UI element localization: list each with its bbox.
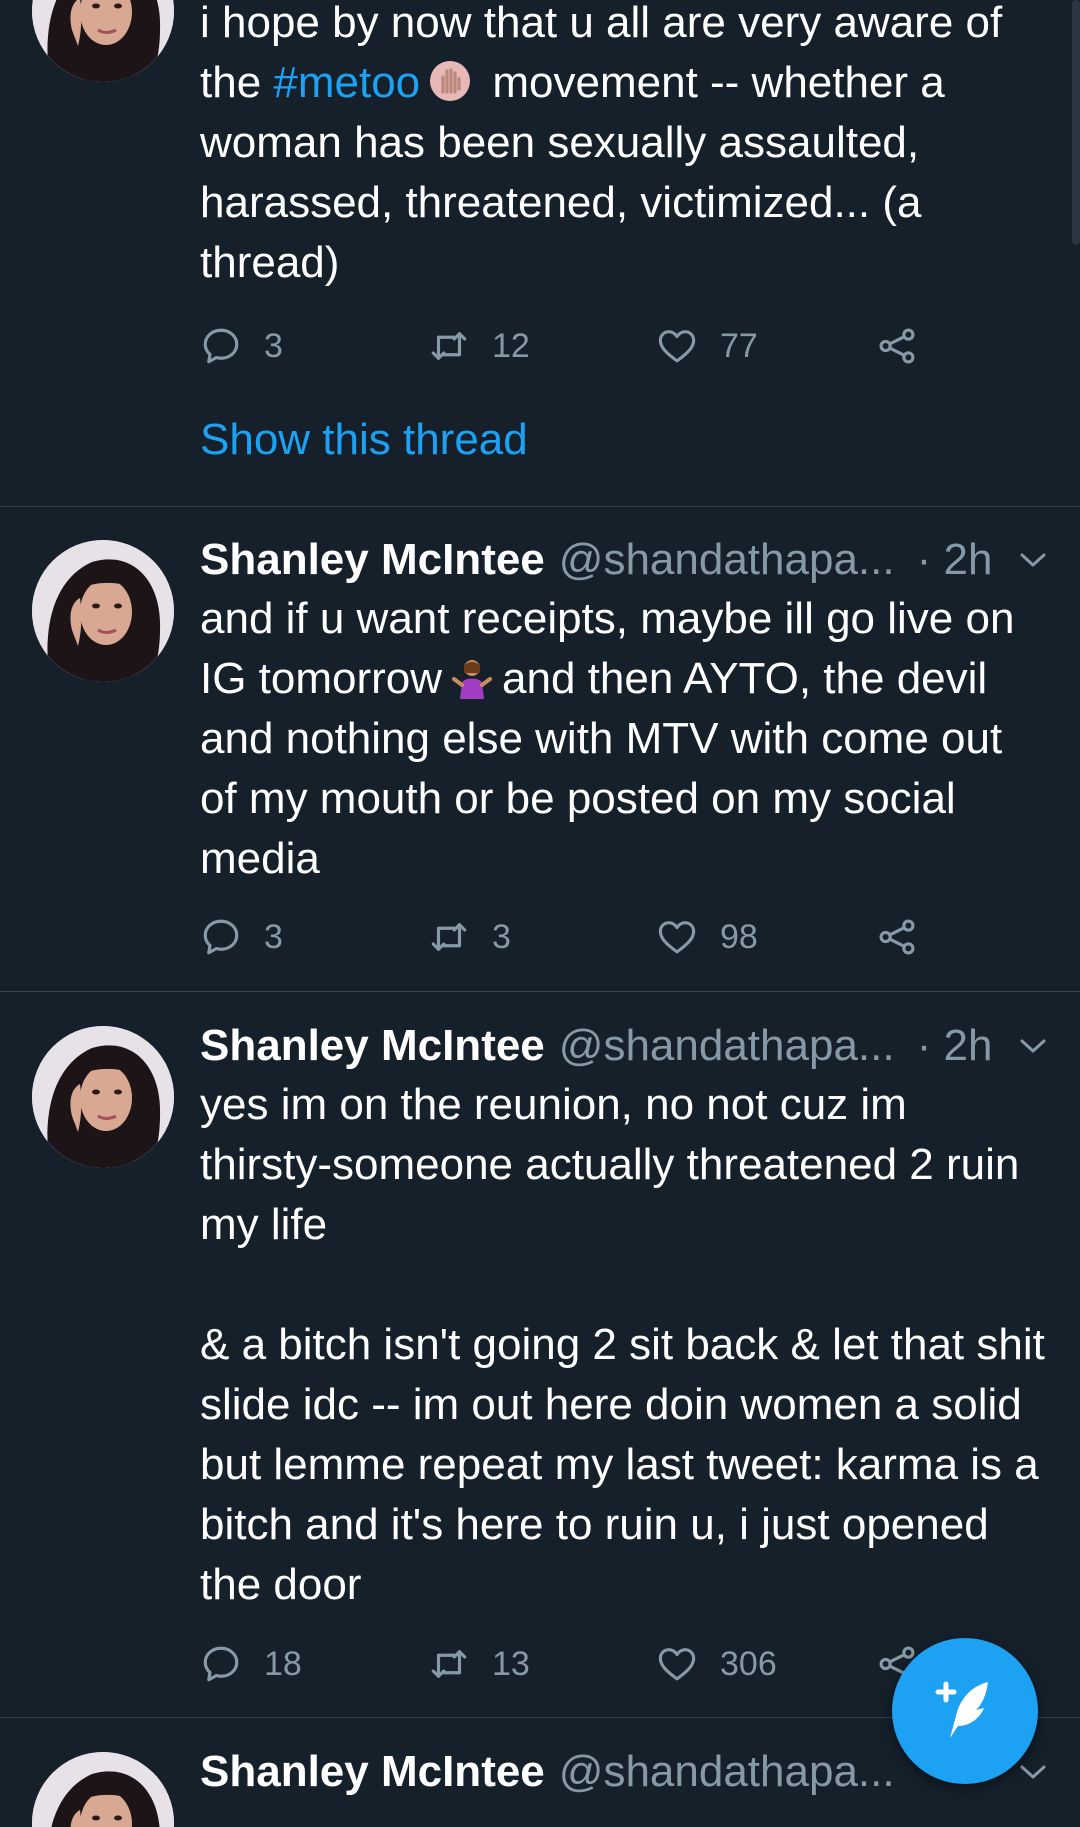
tweet-time[interactable]: · 2h — [917, 535, 993, 585]
tweet-time[interactable]: · 2h — [917, 1021, 993, 1071]
reply-icon — [200, 1643, 242, 1685]
like-count: 98 — [720, 917, 758, 956]
like-count: 77 — [720, 326, 758, 365]
user-handle[interactable]: @shandathapa... — [559, 1021, 895, 1071]
like-icon — [656, 916, 698, 958]
reply-button[interactable]: 3 — [200, 912, 283, 962]
share-icon — [876, 325, 918, 367]
compose-tweet-button[interactable] — [892, 1638, 1038, 1784]
tweet[interactable]: Shanley McIntee @shandathapa... · 2h yes… — [0, 992, 1080, 1717]
user-handle[interactable]: @shandathapa... — [559, 1747, 895, 1797]
share-button[interactable] — [876, 321, 940, 371]
tweet-text: yes im on the reunion, no not cuz im thi… — [200, 1075, 1050, 1615]
share-icon — [876, 916, 918, 958]
compose-tweet-icon — [935, 1681, 988, 1738]
hashtag-link[interactable]: #metoo — [273, 58, 420, 107]
tweet-text: and if u want receipts, maybe ill go liv… — [200, 589, 1050, 889]
tweet-header: Shanley McIntee @shandathapa... · 2h — [200, 1020, 1050, 1072]
display-name[interactable]: Shanley McIntee — [200, 1021, 545, 1071]
display-name[interactable]: Shanley McIntee — [200, 1747, 545, 1797]
retweet-icon — [428, 1643, 470, 1685]
like-icon — [656, 325, 698, 367]
person-shrugging-emoji — [450, 655, 494, 699]
chevron-down-icon[interactable] — [1016, 546, 1050, 574]
reply-icon — [200, 916, 242, 958]
reply-count: 3 — [264, 917, 283, 956]
tweet-header: Shanley McIntee @shandathapa... · 2h — [200, 534, 1050, 586]
retweet-count: 13 — [492, 1644, 530, 1683]
avatar[interactable] — [32, 1752, 174, 1827]
like-button[interactable]: 306 — [656, 1639, 777, 1689]
display-name[interactable]: Shanley McIntee — [200, 535, 545, 585]
retweet-icon — [428, 325, 470, 367]
reply-count: 18 — [264, 1644, 302, 1683]
reply-icon — [200, 325, 242, 367]
retweet-button[interactable]: 3 — [428, 912, 511, 962]
chevron-down-icon[interactable] — [1016, 1032, 1050, 1060]
tweet-actions: 3 3 98 — [200, 912, 960, 962]
chevron-down-icon[interactable] — [1016, 1758, 1050, 1786]
retweet-icon — [428, 916, 470, 958]
tweet[interactable]: i hope by now that u all are very aware … — [0, 0, 1080, 507]
avatar[interactable] — [32, 0, 174, 82]
avatar[interactable] — [32, 540, 174, 682]
like-button[interactable]: 77 — [656, 321, 758, 371]
tweet-paragraph: yes im on the reunion, no not cuz im thi… — [200, 1080, 1020, 1249]
retweet-count: 12 — [492, 326, 530, 365]
like-button[interactable]: 98 — [656, 912, 758, 962]
tweet-text: i hope by now that u all are very aware … — [200, 0, 1050, 293]
reply-button[interactable]: 18 — [200, 1639, 302, 1689]
retweet-button[interactable]: 13 — [428, 1639, 530, 1689]
like-count: 306 — [720, 1644, 777, 1683]
retweet-button[interactable]: 12 — [428, 321, 530, 371]
like-icon — [656, 1643, 698, 1685]
retweet-count: 3 — [492, 917, 511, 956]
reply-button[interactable]: 3 — [200, 321, 283, 371]
avatar[interactable] — [32, 1026, 174, 1168]
show-thread-link[interactable]: Show this thread — [200, 415, 528, 465]
reply-count: 3 — [264, 326, 283, 365]
raised-hand-emoji — [428, 59, 472, 103]
tweet-paragraph: & a bitch isn't going 2 sit back & let t… — [200, 1320, 1045, 1609]
tweet-actions: 3 12 77 — [200, 321, 960, 371]
tweet[interactable]: Shanley McIntee @shandathapa... · 2h and… — [0, 507, 1080, 991]
tweet-actions: 18 13 306 — [200, 1639, 960, 1689]
user-handle[interactable]: @shandathapa... — [559, 535, 895, 585]
share-button[interactable] — [876, 912, 940, 962]
